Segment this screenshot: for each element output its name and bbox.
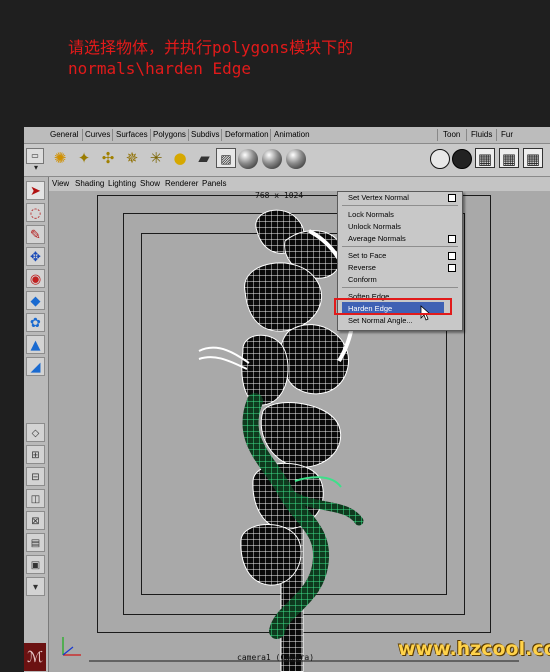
select-arrow-icon[interactable]: ➤ [26,181,45,200]
tab-animation[interactable]: Animation [274,130,310,139]
option-box-icon[interactable] [448,235,456,243]
option-box-icon[interactable] [448,264,456,272]
menu-item-reverse[interactable]: Reverse [348,262,376,273]
axis-indicator-icon [62,637,81,656]
outliner-view-icon[interactable]: ◫ [26,489,45,508]
viewport-3d[interactable]: 768 x 1024 camera1 (Camera) Set Vertex N… [49,191,550,672]
render-icon[interactable]: ▦ [499,148,519,168]
maya-window: General Curves Surfaces Polygons Subdivs… [24,127,550,672]
lighting-menu[interactable]: Lighting [108,179,136,188]
menu-item-unlock-normals[interactable]: Unlock Normals [348,221,401,232]
more-views-icon[interactable]: ▾ [26,577,45,596]
hypergraph-view-icon[interactable]: ▤ [26,533,45,552]
view-menu[interactable]: View [52,179,69,188]
four-view-icon[interactable]: ⊞ [26,445,45,464]
sphere-icon[interactable] [238,149,258,169]
show-menu[interactable]: Show [140,179,160,188]
tab-polygons[interactable]: Polygons [153,130,186,139]
shelf: ▭ ▾ ✺ ✦ ✣ ✵ ✳ ● ▰ ▨ ▦ ▦ ▦ [24,144,550,177]
watermark: www.hzcool.com [398,638,550,660]
blank-sphere-icon[interactable] [430,149,450,169]
wireframe-model[interactable] [49,191,550,672]
graph-view-icon[interactable]: ⊠ [26,511,45,530]
last-tool-icon[interactable]: ◢ [26,357,45,376]
area-light-icon[interactable]: ✵ [122,148,142,168]
sphere-icon-2[interactable] [262,149,282,169]
lasso-icon[interactable]: ◌ [26,203,45,222]
tab-fur[interactable]: Fur [501,130,513,139]
menu-item-conform[interactable]: Conform [348,274,377,285]
ambient-light-icon[interactable]: ● [170,148,190,168]
shelf-tabs: General Curves Surfaces Polygons Subdivs… [24,127,550,144]
two-view-icon[interactable]: ⊟ [26,467,45,486]
shelf-arrow-icon[interactable]: ▾ [26,164,46,172]
menu-divider [342,287,458,288]
rotate-icon[interactable]: ◉ [26,269,45,288]
tab-general[interactable]: General [50,130,78,139]
tab-surfaces[interactable]: Surfaces [116,130,148,139]
option-box-icon[interactable] [448,252,456,260]
menu-divider [342,246,458,247]
caption-line-1: 请选择物体，并执行polygons模块下的 [68,38,354,57]
renderer-menu[interactable]: Renderer [165,179,198,188]
option-box-icon[interactable] [448,194,456,202]
render-view-icon[interactable]: ▣ [26,555,45,574]
clapper-icon[interactable]: ▦ [475,148,495,168]
menu-item-set-vertex-normal[interactable]: Set Vertex Normal [348,192,409,203]
maya-logo-icon: ℳ [24,643,46,671]
scale-icon[interactable]: ◆ [26,291,45,310]
panels-menu[interactable]: Panels [202,179,226,188]
tab-deformation[interactable]: Deformation [225,130,269,139]
tab-subdivs[interactable]: Subdivs [191,130,219,139]
tab-fluids[interactable]: Fluids [471,130,492,139]
harden-edge-highlight-box [334,298,452,315]
sphere-icon-3[interactable] [286,149,306,169]
shelf-menu-icon[interactable]: ▭ [26,148,44,164]
shading-menu[interactable]: Shading [75,179,104,188]
toolbox: ➤ ◌ ✎ ✥ ◉ ◆ ✿ ▲ ◢ ◇ ⊞ ⊟ ◫ ⊠ ▤ ▣ ▾ [24,177,49,672]
caption-line-2: normals\harden Edge [68,59,252,78]
menu-item-set-normal-angle[interactable]: Set Normal Angle... [348,315,413,326]
point-light-icon[interactable]: ✣ [98,148,118,168]
ipr-render-icon[interactable]: ▦ [523,148,543,168]
move-icon[interactable]: ✥ [26,247,45,266]
spot-light-icon[interactable]: ✦ [74,148,94,168]
sun-light-icon[interactable]: ✺ [50,148,70,168]
camera-label: camera1 (Camera) [237,653,315,662]
menu-item-set-to-face[interactable]: Set to Face [348,250,386,261]
view-menu-bar: View Shading Lighting Show Renderer Pane… [49,177,550,191]
hypershade-icon[interactable]: ▨ [216,148,236,168]
tab-curves[interactable]: Curves [85,130,110,139]
tab-toon[interactable]: Toon [443,130,460,139]
dark-sphere-icon[interactable] [452,149,472,169]
menu-item-average-normals[interactable]: Average Normals [348,233,406,244]
menu-divider [342,205,458,206]
camera-icon[interactable]: ▰ [194,148,214,168]
volume-light-icon[interactable]: ✳ [146,148,166,168]
soft-mod-icon[interactable]: ▲ [26,335,45,354]
single-view-icon[interactable]: ◇ [26,423,45,442]
menu-item-lock-normals[interactable]: Lock Normals [348,209,394,220]
manipulator-icon[interactable]: ✿ [26,313,45,332]
paint-icon[interactable]: ✎ [26,225,45,244]
